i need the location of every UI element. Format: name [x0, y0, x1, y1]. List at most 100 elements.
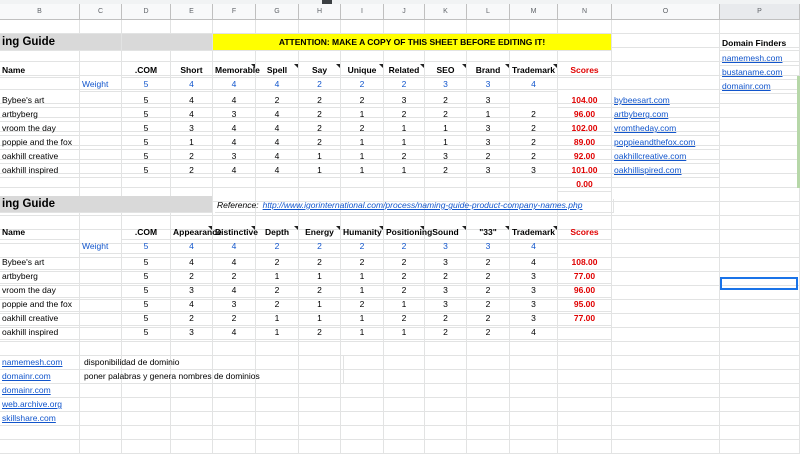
- grid-cell[interactable]: [510, 440, 558, 454]
- domain-finder-link[interactable]: namemesh.com: [720, 52, 800, 66]
- value-cell-2[interactable]: 2: [299, 326, 341, 340]
- grid-cell[interactable]: [510, 426, 558, 440]
- selected-cell[interactable]: [720, 277, 798, 290]
- value-cell-2[interactable]: 4: [510, 326, 558, 340]
- value-cell-2[interactable]: 1: [384, 298, 425, 312]
- header2-energy[interactable]: Energy: [299, 226, 341, 240]
- grid-cell[interactable]: [510, 412, 558, 426]
- name-cell[interactable]: Bybee's art: [0, 94, 122, 108]
- header2-33[interactable]: "33": [467, 226, 510, 240]
- value-cell[interactable]: 2: [256, 94, 299, 108]
- value-cell[interactable]: 2: [510, 108, 558, 122]
- grid-cell[interactable]: [122, 398, 171, 412]
- grid-cell[interactable]: [612, 426, 720, 440]
- value-cell-2[interactable]: 5: [122, 312, 171, 326]
- header-seo[interactable]: SEO: [425, 64, 467, 78]
- weight-value-2[interactable]: 4: [213, 240, 256, 254]
- value-cell[interactable]: 5: [122, 150, 171, 164]
- grid-cell[interactable]: [612, 216, 720, 230]
- header-say[interactable]: Say: [299, 64, 341, 78]
- value-cell-2[interactable]: 2: [467, 284, 510, 298]
- grid-cell[interactable]: [341, 342, 384, 356]
- value-cell-2[interactable]: 4: [213, 256, 256, 270]
- grid-cell[interactable]: [299, 426, 341, 440]
- value-cell-2[interactable]: 1: [341, 326, 384, 340]
- grid-cell[interactable]: [720, 202, 800, 216]
- grid-cell[interactable]: [612, 440, 720, 454]
- value-cell[interactable]: 2: [299, 122, 341, 136]
- name-cell[interactable]: poppie and the fox: [0, 136, 122, 150]
- grid-cell[interactable]: [720, 244, 800, 258]
- grid-cell[interactable]: [425, 370, 467, 384]
- value-cell-2[interactable]: 3: [425, 284, 467, 298]
- value-cell-2[interactable]: 2: [213, 270, 256, 284]
- grid-cell[interactable]: [171, 342, 213, 356]
- grid-cell[interactable]: [384, 370, 425, 384]
- column-header-c[interactable]: C: [80, 4, 122, 20]
- grid-cell[interactable]: [299, 342, 341, 356]
- value-cell-2[interactable]: 3: [425, 298, 467, 312]
- grid-cell[interactable]: [720, 104, 800, 118]
- grid-cell[interactable]: [341, 20, 384, 34]
- grid-cell[interactable]: [612, 20, 720, 34]
- grid-cell[interactable]: [384, 342, 425, 356]
- value-cell[interactable]: 5: [122, 94, 171, 108]
- value-cell-2[interactable]: 2: [341, 256, 384, 270]
- header2-depth[interactable]: Depth: [256, 226, 299, 240]
- header-trademark[interactable]: Trademark: [510, 64, 558, 78]
- grid-cell[interactable]: [720, 398, 800, 412]
- weight-value-2[interactable]: 4: [510, 240, 558, 254]
- value-cell-2[interactable]: 2: [467, 326, 510, 340]
- header-brand[interactable]: Brand: [467, 64, 510, 78]
- grid-cell[interactable]: [558, 412, 612, 426]
- header2-positioning[interactable]: Positioning: [384, 226, 432, 240]
- grid-cell[interactable]: [425, 412, 467, 426]
- grid-cell[interactable]: [720, 328, 800, 342]
- value-cell[interactable]: 2: [510, 150, 558, 164]
- value-cell-2[interactable]: 4: [213, 284, 256, 298]
- value-cell[interactable]: 2: [171, 150, 213, 164]
- weight-value[interactable]: 4: [171, 78, 213, 92]
- grid-cell[interactable]: [612, 384, 720, 398]
- value-cell-2[interactable]: 1: [256, 270, 299, 284]
- grid-cell[interactable]: [256, 398, 299, 412]
- name-cell-2[interactable]: oakhill creative: [0, 312, 122, 326]
- grid-cell[interactable]: [425, 398, 467, 412]
- value-cell-2[interactable]: 2: [256, 284, 299, 298]
- grid-cell[interactable]: [0, 342, 80, 356]
- header2-trademark[interactable]: Trademark: [510, 226, 558, 240]
- grid-cell[interactable]: [384, 412, 425, 426]
- value-cell[interactable]: 1: [384, 122, 425, 136]
- value-cell[interactable]: 2: [299, 94, 341, 108]
- name-cell-2[interactable]: poppie and the fox: [0, 298, 122, 312]
- value-cell-2[interactable]: 2: [467, 312, 510, 326]
- value-cell-2[interactable]: 2: [425, 326, 467, 340]
- value-cell-2[interactable]: 1: [256, 312, 299, 326]
- grid-cell[interactable]: [720, 440, 800, 454]
- column-header-f[interactable]: F: [213, 4, 256, 20]
- grid-cell[interactable]: [720, 174, 800, 188]
- weight-value-2[interactable]: 2: [299, 240, 341, 254]
- grid-cell[interactable]: [0, 76, 80, 90]
- header-com[interactable]: .COM: [122, 64, 171, 78]
- value-cell[interactable]: 3: [467, 94, 510, 108]
- grid-cell[interactable]: [720, 188, 800, 202]
- grid-cell[interactable]: [558, 426, 612, 440]
- grid-cell[interactable]: [612, 34, 720, 48]
- value-cell[interactable]: 2: [341, 122, 384, 136]
- value-cell[interactable]: 2: [341, 94, 384, 108]
- value-cell-2[interactable]: 1: [256, 326, 299, 340]
- header2-scores[interactable]: Scores: [558, 226, 612, 240]
- value-cell-2[interactable]: 2: [213, 312, 256, 326]
- value-cell[interactable]: 3: [467, 122, 510, 136]
- value-cell[interactable]: 1: [384, 136, 425, 150]
- grid-cell[interactable]: [0, 20, 80, 34]
- value-cell[interactable]: 2: [299, 108, 341, 122]
- column-header-d[interactable]: D: [122, 4, 171, 20]
- value-cell[interactable]: 2: [425, 94, 467, 108]
- grid-cell[interactable]: [122, 440, 171, 454]
- grid-cell[interactable]: [612, 62, 720, 76]
- grid-cell[interactable]: [467, 426, 510, 440]
- weight-value[interactable]: 2: [384, 78, 425, 92]
- value-cell-2[interactable]: 5: [122, 298, 171, 312]
